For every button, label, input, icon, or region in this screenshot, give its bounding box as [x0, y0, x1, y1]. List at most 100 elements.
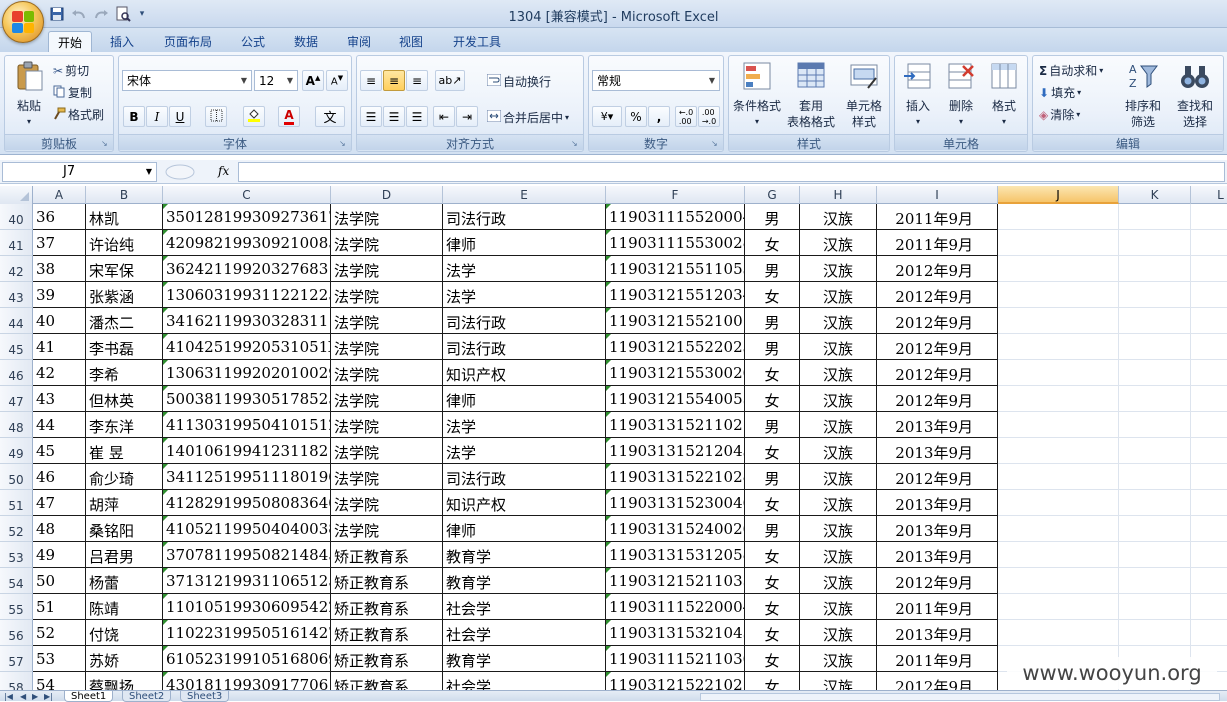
cell-e[interactable]: 教育学 [443, 568, 606, 594]
row-header[interactable]: 49 [0, 438, 33, 464]
row-header[interactable]: 55 [0, 594, 33, 620]
cell-h[interactable]: 汉族 [800, 360, 877, 386]
cell-g[interactable]: 女 [745, 568, 800, 594]
cell-e[interactable]: 教育学 [443, 646, 606, 672]
cell-g[interactable]: 男 [745, 516, 800, 542]
cell-l[interactable] [1191, 386, 1227, 412]
cell-f[interactable]: 119031215522023 [606, 334, 745, 360]
next-sheet-icon[interactable]: ▶ [32, 691, 38, 702]
column-header-c[interactable]: C [163, 186, 331, 204]
cell-g[interactable]: 女 [745, 438, 800, 464]
cell-j[interactable] [998, 542, 1119, 568]
cell-f[interactable]: 119031215512034 [606, 282, 745, 308]
cell-g[interactable]: 男 [745, 412, 800, 438]
tab-review[interactable]: 审阅 [338, 31, 380, 52]
align-right-button[interactable]: ☰ [406, 106, 428, 127]
tab-page-layout[interactable]: 页面布局 [155, 31, 221, 52]
tab-insert[interactable]: 插入 [101, 31, 143, 52]
italic-button[interactable]: I [146, 106, 168, 127]
cell-k[interactable] [1119, 568, 1191, 594]
format-painter-button[interactable]: 格式刷 [53, 106, 104, 123]
cell-j[interactable] [998, 412, 1119, 438]
cell-h[interactable]: 汉族 [800, 412, 877, 438]
cell-f[interactable]: 119031215540055 [606, 386, 745, 412]
cell-g[interactable]: 女 [745, 360, 800, 386]
cell-g[interactable]: 女 [745, 672, 800, 690]
borders-button[interactable] [205, 106, 227, 127]
conditional-formatting-button[interactable]: 条件格式 ▾ [731, 60, 783, 130]
cell-l[interactable] [1191, 490, 1227, 516]
cell-a[interactable]: 48 [33, 516, 86, 542]
clear-button[interactable]: ◈ 清除 ▾ [1039, 106, 1080, 123]
cell-b[interactable]: 胡萍 [86, 490, 163, 516]
cell-h[interactable]: 汉族 [800, 256, 877, 282]
cell-f[interactable]: 119031215211035 [606, 568, 745, 594]
cell-e[interactable]: 社会学 [443, 620, 606, 646]
cell-k[interactable] [1119, 464, 1191, 490]
cell-d[interactable]: 法学院 [331, 334, 443, 360]
cell-i[interactable]: 2011年9月 [877, 646, 998, 672]
insert-cells-button[interactable]: 插入 ▾ [897, 60, 939, 130]
delete-cells-button[interactable]: 删除 ▾ [940, 60, 982, 130]
dialog-launcher-icon[interactable]: ↘ [571, 139, 580, 148]
cell-k[interactable] [1119, 256, 1191, 282]
worksheet-grid[interactable]: ABCDEFGHIJKL 4036林凯350128199309273617法学院… [0, 186, 1227, 690]
cell-l[interactable] [1191, 282, 1227, 308]
cell-c[interactable]: 110223199505161427 [163, 620, 331, 646]
cell-g[interactable]: 男 [745, 334, 800, 360]
cell-i[interactable]: 2011年9月 [877, 594, 998, 620]
cell-k[interactable] [1119, 282, 1191, 308]
cell-g[interactable]: 女 [745, 594, 800, 620]
row-header[interactable]: 40 [0, 204, 33, 230]
row-header[interactable]: 44 [0, 308, 33, 334]
cell-e[interactable]: 司法行政 [443, 334, 606, 360]
cell-l[interactable] [1191, 308, 1227, 334]
cell-c[interactable]: 341621199303283111 [163, 308, 331, 334]
tab-formulas[interactable]: 公式 [232, 31, 274, 52]
cell-l[interactable] [1191, 438, 1227, 464]
cell-b[interactable]: 李书磊 [86, 334, 163, 360]
cell-c[interactable]: 500381199305178525 [163, 386, 331, 412]
cell-d[interactable]: 矫正教育系 [331, 594, 443, 620]
cell-j[interactable] [998, 360, 1119, 386]
dialog-launcher-icon[interactable]: ↘ [711, 139, 720, 148]
cell-j[interactable] [998, 594, 1119, 620]
cell-k[interactable] [1119, 204, 1191, 230]
cell-h[interactable]: 汉族 [800, 490, 877, 516]
merge-center-button[interactable]: 合并后居中 ▾ [487, 109, 569, 126]
column-header-e[interactable]: E [443, 186, 606, 204]
cell-j[interactable] [998, 386, 1119, 412]
cell-j[interactable] [998, 438, 1119, 464]
row-header[interactable]: 57 [0, 646, 33, 672]
cell-b[interactable]: 苏娇 [86, 646, 163, 672]
font-color-button[interactable]: A [278, 106, 300, 127]
cell-i[interactable]: 2012年9月 [877, 672, 998, 690]
fill-button[interactable]: ⬇ 填充 ▾ [1039, 84, 1081, 101]
row-header[interactable]: 45 [0, 334, 33, 360]
cell-h[interactable]: 汉族 [800, 620, 877, 646]
cell-l[interactable] [1191, 542, 1227, 568]
sheet-tab-1[interactable]: Sheet1 [64, 691, 113, 702]
cell-e[interactable]: 司法行政 [443, 464, 606, 490]
cell-c[interactable]: 362421199203276831 [163, 256, 331, 282]
cell-k[interactable] [1119, 360, 1191, 386]
column-header-l[interactable]: L [1191, 186, 1227, 204]
cell-c[interactable]: 350128199309273617 [163, 204, 331, 230]
column-header-b[interactable]: B [86, 186, 163, 204]
cell-d[interactable]: 法学院 [331, 360, 443, 386]
cell-f[interactable]: 119031315212043 [606, 438, 745, 464]
cell-i[interactable]: 2011年9月 [877, 230, 998, 256]
cell-k[interactable] [1119, 230, 1191, 256]
cell-c[interactable]: 130603199311221225 [163, 282, 331, 308]
cell-b[interactable]: 陈靖 [86, 594, 163, 620]
row-header[interactable]: 42 [0, 256, 33, 282]
cell-a[interactable]: 37 [33, 230, 86, 256]
comma-style-button[interactable]: , [648, 106, 670, 127]
cell-j[interactable] [998, 516, 1119, 542]
cell-i[interactable]: 2013年9月 [877, 490, 998, 516]
cell-h[interactable]: 汉族 [800, 282, 877, 308]
cell-b[interactable]: 蔡飘扬 [86, 672, 163, 690]
align-middle-button[interactable]: ≡ [383, 70, 405, 91]
cell-d[interactable]: 矫正教育系 [331, 672, 443, 690]
prev-sheet-icon[interactable]: ◀ [20, 691, 26, 702]
